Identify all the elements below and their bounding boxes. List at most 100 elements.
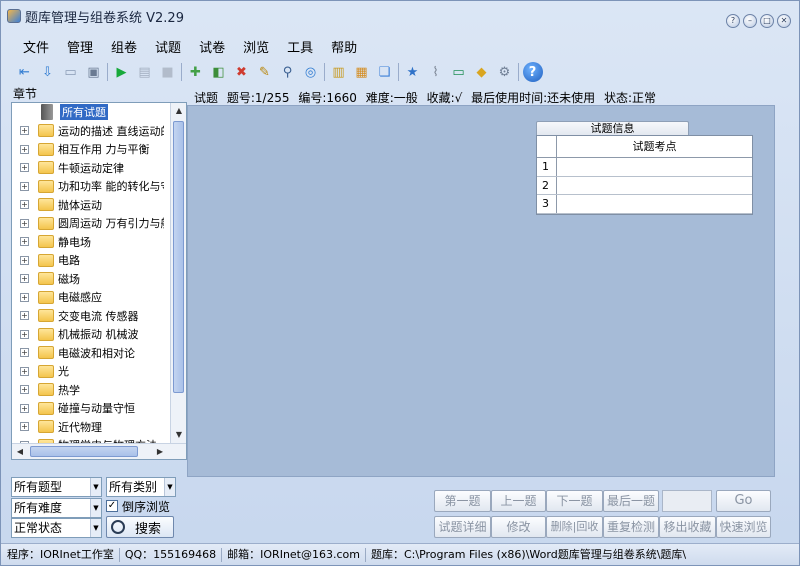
question-detail-button[interactable]: 试题详细: [434, 516, 491, 538]
expand-icon[interactable]: +: [20, 163, 29, 173]
menu-item-2[interactable]: 组卷: [102, 39, 146, 59]
document-icon[interactable]: ▤: [135, 62, 155, 82]
tree-horizontal-scrollbar[interactable]: ◀ ▶: [12, 443, 186, 459]
expand-icon[interactable]: +: [20, 459, 29, 460]
table-row[interactable]: 1: [537, 158, 752, 177]
insert-icon[interactable]: ◧: [209, 62, 229, 82]
next-question-button[interactable]: 下一题: [546, 490, 603, 512]
card-icon[interactable]: ▭: [61, 62, 81, 82]
expand-icon[interactable]: +: [20, 311, 29, 321]
menu-item-1[interactable]: 管理: [58, 39, 102, 59]
category-select[interactable]: 所有类别 ▼: [106, 477, 176, 497]
paper-icon[interactable]: ❏: [375, 62, 395, 82]
menu-item-5[interactable]: 浏览: [234, 39, 278, 59]
delete-icon[interactable]: ✖: [232, 62, 252, 82]
scroll-up-icon[interactable]: ▲: [171, 103, 186, 119]
expand-icon[interactable]: +: [20, 385, 29, 395]
menu-item-6[interactable]: 工具: [278, 39, 322, 59]
tree-item[interactable]: + 抛体运动: [12, 196, 164, 215]
table-row[interactable]: 2: [537, 176, 752, 195]
menu-item-4[interactable]: 试卷: [190, 39, 234, 59]
gear-icon[interactable]: ⚙: [495, 62, 515, 82]
delete-recycle-button[interactable]: 删除|回收: [546, 516, 603, 538]
expand-icon[interactable]: +: [20, 200, 29, 210]
broom-icon[interactable]: ⌇: [426, 62, 446, 82]
tree-item[interactable]: + 机械振动 机械波: [12, 325, 164, 344]
star-icon[interactable]: ★: [403, 62, 423, 82]
quick-browse-button[interactable]: 快速浏览: [716, 516, 771, 538]
scroll-right-icon[interactable]: ▶: [152, 444, 168, 459]
expand-icon[interactable]: +: [20, 181, 29, 191]
tree-item[interactable]: + 近代物理: [12, 418, 164, 437]
tree-item[interactable]: + 碰撞与动量守恒: [12, 399, 164, 418]
expand-icon[interactable]: +: [20, 126, 29, 136]
expand-icon[interactable]: +: [20, 422, 29, 432]
minimize-icon[interactable]: –: [743, 14, 757, 28]
maximize-icon[interactable]: □: [760, 14, 774, 28]
find-icon[interactable]: ◎: [301, 62, 321, 82]
tree-item[interactable]: + 电磁感应: [12, 288, 164, 307]
shirt-icon[interactable]: ◆: [472, 62, 492, 82]
expand-icon[interactable]: +: [20, 144, 29, 154]
go-button[interactable]: Go: [716, 490, 771, 512]
question-type-select[interactable]: 所有题型 ▼: [11, 477, 102, 497]
tree-item[interactable]: + 电磁波和相对论: [12, 344, 164, 363]
first-question-button[interactable]: 第一题: [434, 490, 491, 512]
menu-item-0[interactable]: 文件: [11, 39, 58, 59]
menu-item-3[interactable]: 试题: [146, 39, 190, 59]
tree-vertical-thumb[interactable]: [173, 121, 184, 393]
goto-number-input[interactable]: [662, 490, 712, 512]
tree-item[interactable]: + 光: [12, 362, 164, 381]
help-icon[interactable]: ?: [522, 62, 543, 82]
tree-item[interactable]: + 相互作用 力与平衡: [12, 140, 164, 159]
books-icon[interactable]: ▦: [352, 62, 372, 82]
book-icon[interactable]: ▥: [329, 62, 349, 82]
monitor-icon[interactable]: ▭: [449, 62, 469, 82]
close-icon[interactable]: ✕: [777, 14, 791, 28]
last-question-button[interactable]: 最后一题: [603, 490, 659, 512]
menu-item-7[interactable]: 帮助: [322, 39, 366, 59]
expand-icon[interactable]: +: [20, 366, 29, 376]
expand-icon[interactable]: +: [20, 329, 29, 339]
duplicate-check-button[interactable]: 重复检测: [603, 516, 659, 538]
tree-item-root[interactable]: 所有试题: [12, 103, 164, 122]
export-icon[interactable]: ⇩: [38, 62, 58, 82]
import-icon[interactable]: ⇤: [15, 62, 35, 82]
question-info-grid[interactable]: 试题考点 1 2 3: [536, 135, 753, 215]
table-row[interactable]: 3: [537, 195, 752, 214]
expand-icon[interactable]: +: [20, 218, 29, 228]
tree-item[interactable]: + 圆周运动 万有引力与航: [12, 214, 164, 233]
search-icon[interactable]: ⚲: [278, 62, 298, 82]
reverse-browse-checkbox[interactable]: ✓: [106, 500, 118, 512]
tree-horizontal-thumb[interactable]: [30, 446, 138, 457]
tree-item[interactable]: + 磁场: [12, 270, 164, 289]
play-icon[interactable]: ▶: [112, 62, 132, 82]
expand-icon[interactable]: +: [20, 403, 29, 413]
save-icon[interactable]: ▣: [84, 62, 104, 82]
question-info-tab[interactable]: 试题信息: [536, 121, 689, 135]
add-question-icon[interactable]: ✚: [186, 62, 206, 82]
expand-icon[interactable]: +: [20, 292, 29, 302]
scroll-down-icon[interactable]: ▼: [171, 427, 186, 443]
previous-question-button[interactable]: 上一题: [491, 490, 546, 512]
expand-icon[interactable]: +: [20, 348, 29, 358]
tree-item[interactable]: + 交变电流 传感器: [12, 307, 164, 326]
remove-favorite-button[interactable]: 移出收藏: [659, 516, 716, 538]
stop-icon[interactable]: ■: [158, 62, 178, 82]
tree-item[interactable]: + 牛顿运动定律: [12, 159, 164, 178]
scroll-left-icon[interactable]: ◀: [12, 444, 28, 459]
expand-icon[interactable]: +: [20, 255, 29, 265]
tree-item[interactable]: + 热学: [12, 381, 164, 400]
tree-item[interactable]: + 运动的描述 直线运动的: [12, 122, 164, 141]
help-window-icon[interactable]: ?: [726, 14, 740, 28]
difficulty-select[interactable]: 所有难度 ▼: [11, 498, 102, 518]
tree-vertical-scrollbar[interactable]: ▲ ▼: [170, 103, 186, 443]
tree-item[interactable]: + 电路: [12, 251, 164, 270]
tree-item[interactable]: + 功和功率 能的转化与守: [12, 177, 164, 196]
edit-icon[interactable]: ✎: [255, 62, 275, 82]
modify-button[interactable]: 修改: [491, 516, 546, 538]
reverse-browse-option[interactable]: ✓ 倒序浏览: [106, 498, 170, 514]
chapter-tree[interactable]: 所有试题 + 运动的描述 直线运动的 + 相互作用 力与平衡 + 牛顿运动定律 + 功和功率 能…: [11, 102, 187, 460]
expand-icon[interactable]: +: [20, 237, 29, 247]
search-button[interactable]: 搜索: [106, 516, 174, 538]
